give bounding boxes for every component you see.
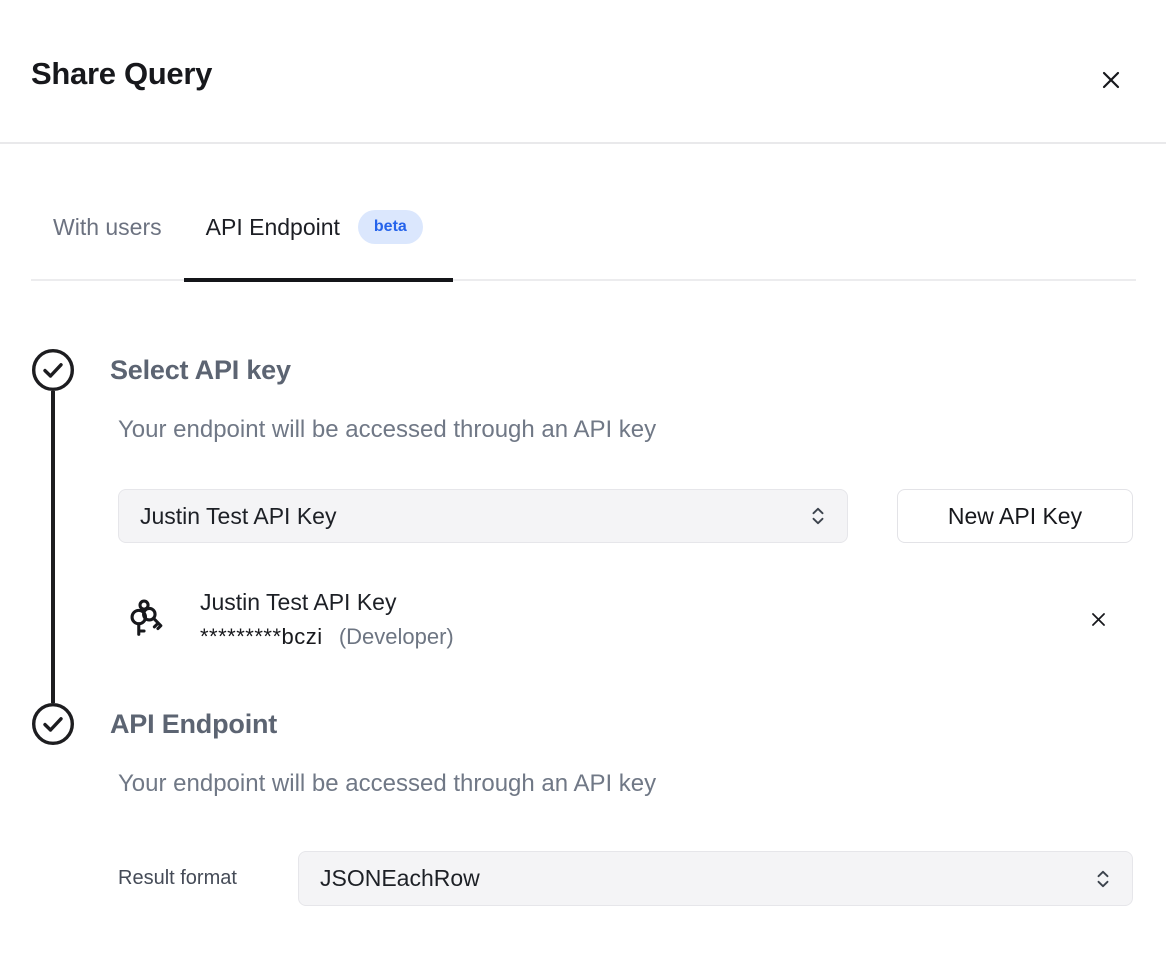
check-circle-icon (31, 348, 75, 392)
check-circle-icon (31, 702, 75, 746)
remove-key-button[interactable] (1085, 606, 1111, 632)
key-secret-row: *********bczi (Developer) (200, 624, 454, 650)
keys-icon (122, 596, 168, 642)
selected-api-key-card: Justin Test API Key *********bczi (Devel… (110, 588, 1133, 650)
x-icon (1089, 610, 1108, 629)
tab-label: With users (53, 212, 162, 242)
tab-with-users[interactable]: With users (31, 210, 184, 281)
step-description: Your endpoint will be accessed through a… (110, 769, 1133, 799)
step-title: Select API key (110, 348, 1133, 392)
stepper: Select API key Your endpoint will be acc… (31, 348, 1133, 906)
result-format-select-value: JSONEachRow (320, 865, 480, 892)
share-query-modal: Share Query With users API Endpoint beta (0, 0, 1166, 906)
api-key-select-row: Justin Test API Key New API Key (110, 489, 1133, 543)
step-description: Your endpoint will be accessed through a… (110, 415, 1133, 445)
step-api-endpoint: API Endpoint Your endpoint will be acces… (31, 702, 1133, 906)
step-rail (31, 348, 75, 702)
stepper-connector-line (51, 391, 55, 703)
chevron-up-down-icon (807, 505, 829, 527)
step-rail (31, 702, 75, 906)
step-title: API Endpoint (110, 702, 1133, 746)
key-name: Justin Test API Key (200, 588, 454, 616)
chevron-up-down-icon (1092, 868, 1114, 890)
tab-api-endpoint[interactable]: API Endpoint beta (184, 210, 453, 281)
close-icon (1099, 68, 1123, 92)
step-body: API Endpoint Your endpoint will be acces… (110, 702, 1133, 906)
result-format-select[interactable]: JSONEachRow (298, 851, 1133, 906)
api-key-select-value: Justin Test API Key (140, 503, 336, 530)
result-format-label: Result format (118, 867, 298, 890)
page-title: Share Query (31, 56, 212, 92)
new-api-key-button[interactable]: New API Key (897, 489, 1133, 543)
step-select-api-key: Select API key Your endpoint will be acc… (31, 348, 1133, 702)
close-button[interactable] (1097, 66, 1125, 94)
beta-badge: beta (358, 210, 423, 244)
key-masked-secret: *********bczi (200, 624, 323, 649)
key-role: (Developer) (339, 624, 454, 649)
result-format-row: Result format JSONEachRow (110, 851, 1133, 906)
api-key-select[interactable]: Justin Test API Key (118, 489, 848, 543)
key-info: Justin Test API Key *********bczi (Devel… (200, 588, 454, 650)
step-body: Select API key Your endpoint will be acc… (110, 348, 1133, 702)
tab-bar: With users API Endpoint beta (31, 210, 1136, 281)
modal-header: Share Query (0, 0, 1166, 144)
tab-label: API Endpoint (206, 212, 340, 242)
